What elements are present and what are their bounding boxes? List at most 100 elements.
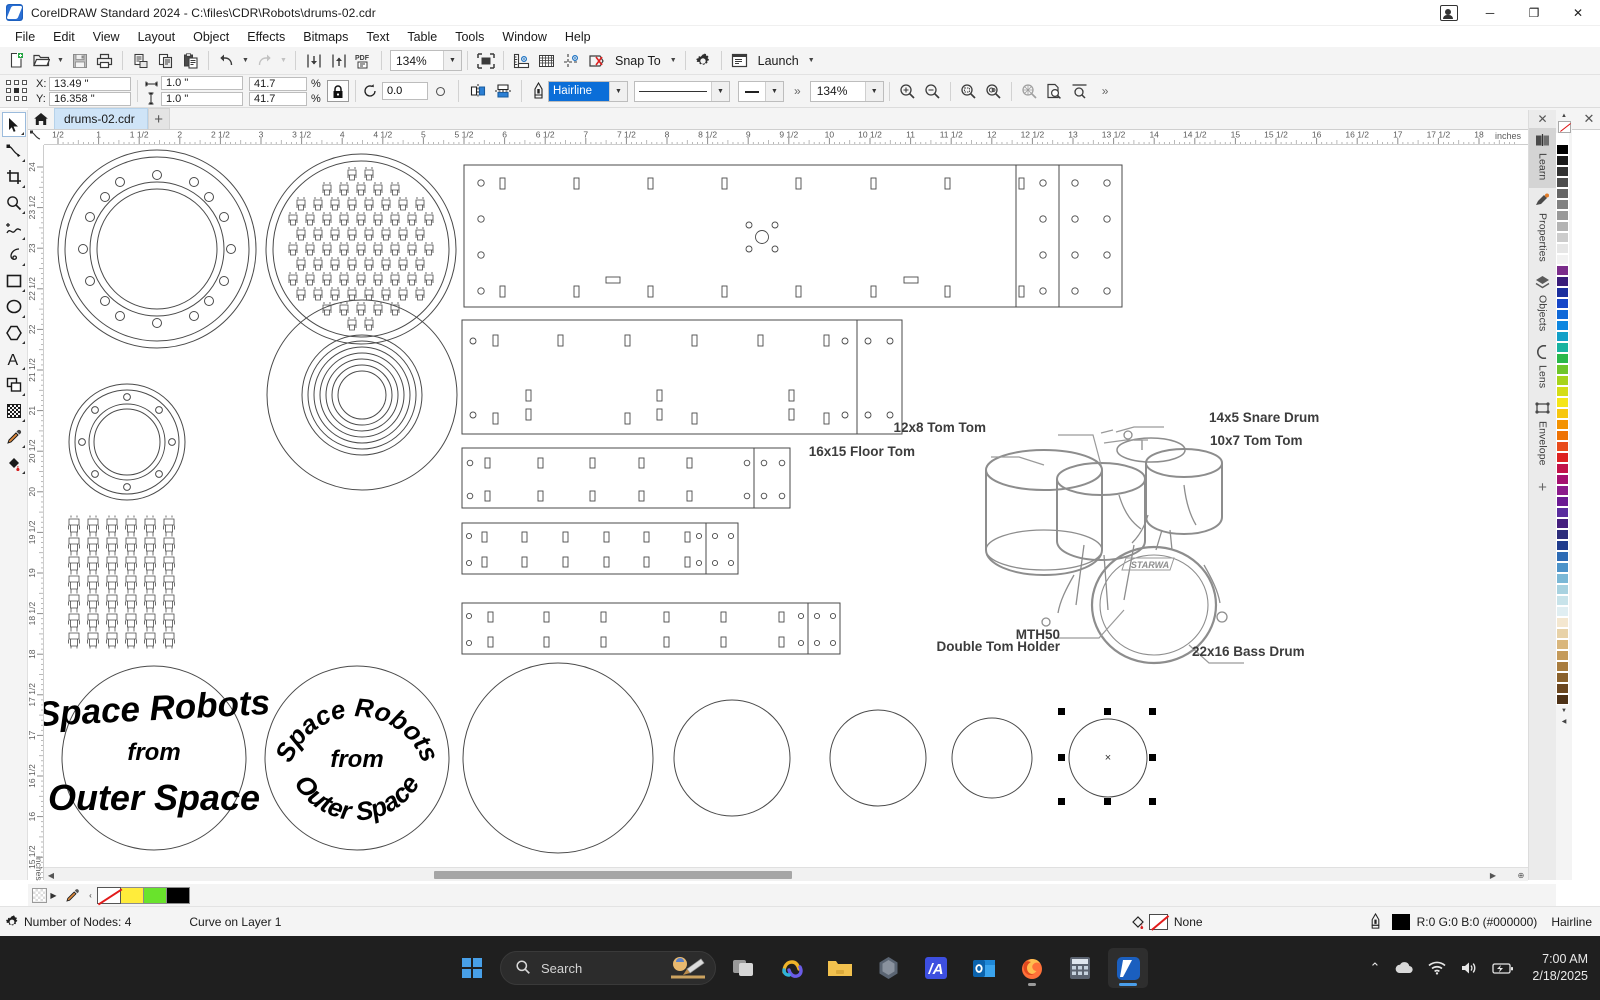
palette-swatch-46[interactable]: [1556, 639, 1569, 650]
menu-view[interactable]: View: [84, 27, 129, 46]
taskbar-clock[interactable]: 7:00 AM 2/18/2025: [1532, 951, 1588, 985]
mirror-vertical-icon[interactable]: [490, 79, 515, 103]
horizontal-scroll-thumb[interactable]: [434, 871, 792, 879]
docker-item-objects[interactable]: Objects: [1529, 270, 1557, 339]
undo-dropdown[interactable]: ▼: [239, 49, 252, 73]
palette-swatch-31[interactable]: [1556, 474, 1569, 485]
minimize-button[interactable]: ─: [1468, 0, 1512, 26]
palette-scroll-down[interactable]: ▼: [1556, 705, 1572, 716]
zoom-in-icon[interactable]: [895, 79, 920, 103]
object-width-input[interactable]: 1.0 ": [161, 76, 243, 90]
interactive-fill-tool[interactable]: [2, 450, 26, 475]
pick-tool[interactable]: [1, 112, 26, 137]
palette-expand-button[interactable]: ◀: [1556, 716, 1572, 727]
outline-width-dropdown-arrow[interactable]: ▼: [609, 81, 627, 101]
object-origin-anchor[interactable]: [5, 78, 31, 104]
zoom-to-all-objects-icon[interactable]: [981, 79, 1006, 103]
home-icon[interactable]: [28, 108, 54, 129]
palette-swatch-4[interactable]: [1556, 177, 1569, 188]
palette-swatch-15[interactable]: [1556, 298, 1569, 309]
show-rulers-icon[interactable]: [509, 49, 534, 73]
palette-swatch-45[interactable]: [1556, 628, 1569, 639]
property-bar-overflow-icon[interactable]: »: [1102, 84, 1109, 98]
swatch-green[interactable]: [143, 886, 167, 904]
docker-item-learn[interactable]: Learn: [1528, 128, 1557, 189]
menu-layout[interactable]: Layout: [129, 27, 185, 46]
palette-swatch-34[interactable]: [1556, 507, 1569, 518]
drop-shadow-tool[interactable]: [2, 398, 26, 423]
arrowhead-dropdown-arrow[interactable]: ▼: [765, 81, 783, 101]
zoom-fit-corner-icon[interactable]: ⊕: [1514, 868, 1528, 882]
palette-swatch-25[interactable]: [1556, 408, 1569, 419]
export-icon[interactable]: [326, 49, 351, 73]
outline-pen-icon[interactable]: [528, 82, 548, 100]
palette-swatch-26[interactable]: [1556, 419, 1569, 430]
hexagon-icon[interactable]: [868, 948, 908, 988]
line-style-combo[interactable]: ▼: [634, 80, 730, 102]
palette-swatch-37[interactable]: [1556, 540, 1569, 551]
cut-icon[interactable]: [128, 49, 153, 73]
undo-icon[interactable]: [214, 49, 239, 73]
snap-off-icon[interactable]: [584, 49, 609, 73]
palette-swatch-6[interactable]: [1556, 199, 1569, 210]
print-icon[interactable]: [92, 49, 117, 73]
text-tool[interactable]: A: [2, 346, 26, 371]
outline-width-value[interactable]: Hairline: [549, 81, 609, 101]
launch-icon[interactable]: [727, 49, 752, 73]
blue-a-icon[interactable]: /A: [916, 948, 956, 988]
palette-scroll-up[interactable]: ▲: [1556, 110, 1572, 121]
view-zoom-dropdown-arrow[interactable]: ▼: [864, 81, 883, 101]
palette-swatch-24[interactable]: [1556, 397, 1569, 408]
scroll-right-arrow[interactable]: ▶: [1486, 868, 1500, 882]
show-grid-icon[interactable]: [534, 49, 559, 73]
no-color-icon[interactable]: [32, 887, 47, 903]
palette-swatch-38[interactable]: [1556, 551, 1569, 562]
view-zoom-combo[interactable]: 134% ▼: [809, 80, 884, 102]
snap-to-label[interactable]: Snap To: [609, 54, 667, 68]
snap-to-dropdown[interactable]: ▼: [667, 49, 680, 73]
palette-swatch-19[interactable]: [1556, 342, 1569, 353]
palette-swatch-47[interactable]: [1556, 650, 1569, 661]
color-eyedropper-tool[interactable]: [2, 424, 26, 449]
menu-text[interactable]: Text: [357, 27, 398, 46]
palette-swatch-3[interactable]: [1556, 166, 1569, 177]
menu-window[interactable]: Window: [493, 27, 555, 46]
palette-back-arrow[interactable]: ‹: [84, 891, 97, 900]
palette-swatch-10[interactable]: [1556, 243, 1569, 254]
outlook-icon[interactable]: [964, 948, 1004, 988]
palette-swatch-33[interactable]: [1556, 496, 1569, 507]
docker-item-envelope[interactable]: Envelope: [1529, 396, 1557, 474]
docker-item-lens[interactable]: Lens: [1529, 340, 1557, 396]
view-zoom-value[interactable]: 134%: [811, 84, 865, 98]
palette-swatch-22[interactable]: [1556, 375, 1569, 386]
height-scale-input[interactable]: 41.7: [249, 91, 307, 106]
rotation-angle-input[interactable]: 0.0: [382, 82, 428, 100]
palette-swatch-44[interactable]: [1556, 617, 1569, 628]
y-position-input[interactable]: 16.358 ": [49, 91, 131, 106]
fill-color-icon[interactable]: [1129, 914, 1149, 930]
horizontal-scrollbar[interactable]: ◀ ▶ ⊕: [44, 867, 1528, 881]
palette-swatch-43[interactable]: [1556, 606, 1569, 617]
windows-start-icon[interactable]: [452, 948, 492, 988]
menu-help[interactable]: Help: [556, 27, 600, 46]
zoom-to-selection-icon[interactable]: [956, 79, 981, 103]
menu-file[interactable]: File: [6, 27, 44, 46]
menu-tools[interactable]: Tools: [446, 27, 493, 46]
paste-icon[interactable]: [178, 49, 203, 73]
add-docker-button[interactable]: +: [1538, 479, 1547, 496]
onedrive-cloud-icon[interactable]: [1394, 961, 1414, 975]
parallel-dimension-tool[interactable]: [2, 372, 26, 397]
zoom-out-icon[interactable]: [920, 79, 945, 103]
polygon-tool[interactable]: [2, 320, 26, 345]
taskbar-search-box[interactable]: Search: [500, 951, 716, 985]
mirror-horizontal-icon[interactable]: [465, 79, 490, 103]
drawing-canvas[interactable]: Space Robots from Outer Space Space Robo…: [44, 145, 1528, 867]
copilot-icon[interactable]: [772, 948, 812, 988]
shape-tool[interactable]: [2, 138, 26, 163]
open-recent-dropdown[interactable]: ▼: [54, 49, 67, 73]
maximize-button[interactable]: ❐: [1512, 0, 1556, 26]
palette-swatch-7[interactable]: [1556, 210, 1569, 221]
task-view-icon[interactable]: [724, 948, 764, 988]
palette-swatch-16[interactable]: [1556, 309, 1569, 320]
palette-swatch-5[interactable]: [1556, 188, 1569, 199]
